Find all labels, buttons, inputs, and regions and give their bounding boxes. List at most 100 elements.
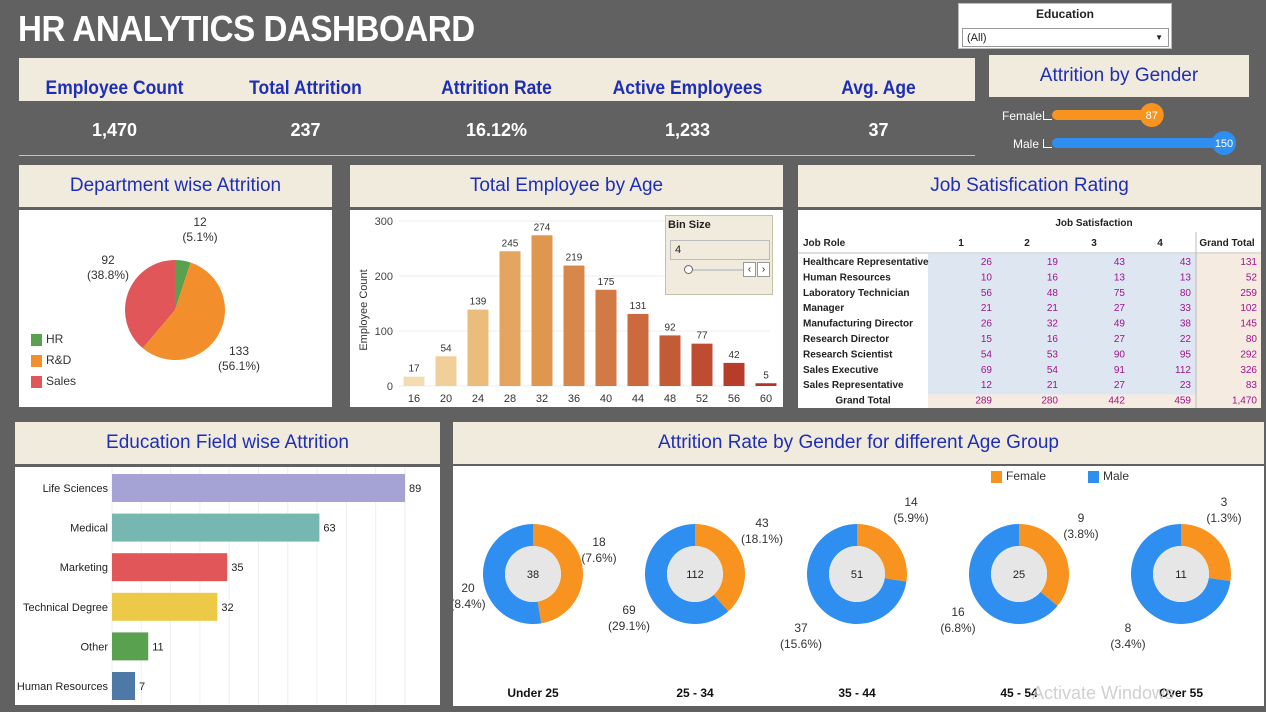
bar-data-label: 219 xyxy=(566,253,583,264)
donut-female-value: 9 xyxy=(1078,511,1085,525)
table-cell: 75 xyxy=(1114,288,1126,299)
table-cell: 23 xyxy=(1180,380,1192,391)
table-header-level: 4 xyxy=(1157,238,1163,249)
table-cell: 10 xyxy=(981,272,993,283)
slider-knob[interactable] xyxy=(684,265,693,274)
table-cell: 442 xyxy=(1108,396,1125,407)
category-label: Life Sciences xyxy=(43,483,109,495)
table-cell: 12 xyxy=(981,380,993,391)
donut-female-percent: (1.3%) xyxy=(1206,511,1241,525)
agegroup-panel-title: Attrition Rate by Gender for different A… xyxy=(453,422,1264,464)
donut-total-label: 25 xyxy=(1013,569,1025,581)
bar-chart-icon xyxy=(1043,111,1052,120)
legend-item-male: Male xyxy=(1088,469,1129,483)
legend-item-rd: R&D xyxy=(31,353,71,367)
legend-swatch xyxy=(31,375,42,388)
table-grand-total-label: Grand Total xyxy=(835,396,891,407)
table-cell: 19 xyxy=(1047,257,1059,268)
table-cell: 95 xyxy=(1180,349,1192,360)
age-bar-36 xyxy=(563,265,585,386)
y-tick-label: 0 xyxy=(387,381,393,393)
age-bar-20 xyxy=(435,356,457,386)
legend-label: Female xyxy=(1006,469,1047,483)
education-select[interactable]: (All) ▼ xyxy=(962,28,1169,47)
category-label: Other xyxy=(80,641,108,653)
kpi-value: 16.12% xyxy=(465,120,528,140)
table-row-label: Healthcare Representative xyxy=(803,257,929,268)
edu-bar-marketing xyxy=(112,553,228,582)
table-row-label: Manager xyxy=(803,303,844,314)
table-super-header: Job Satisfaction xyxy=(1055,218,1132,229)
donut-female-percent: (5.9%) xyxy=(893,511,928,525)
table-cell: 27 xyxy=(1114,334,1126,345)
kpi-label: Avg. Age xyxy=(841,78,916,99)
age-bar-52 xyxy=(691,343,713,386)
chevron-left-icon[interactable]: ‹ xyxy=(743,262,756,277)
legend-swatch xyxy=(31,333,42,346)
table-row-label: Research Scientist xyxy=(803,349,893,360)
donut-female-value: 14 xyxy=(904,495,918,509)
y-axis-label: Employee Count xyxy=(358,269,370,350)
table-cell: 27 xyxy=(1114,303,1126,314)
table-cell: 27 xyxy=(1114,380,1126,391)
pie-label-sales-value: 92 xyxy=(101,253,115,267)
gender-female-label: Female xyxy=(1002,109,1043,123)
edu-bar-human-resources xyxy=(112,672,136,700)
bar-data-label: 7 xyxy=(139,681,145,693)
table-cell: 112 xyxy=(1175,365,1191,376)
age-bar-16 xyxy=(403,376,425,386)
donut-male-percent: (3.4%) xyxy=(1110,637,1145,651)
kpi-value: 1,233 xyxy=(664,120,711,140)
table-cell: 16 xyxy=(1047,272,1059,283)
bin-size-input[interactable]: 4 xyxy=(670,240,770,260)
bar-data-label: 63 xyxy=(323,523,335,535)
donut-male-value: 37 xyxy=(794,621,808,635)
x-tick-label: 56 xyxy=(728,393,740,405)
table-cell: 69 xyxy=(981,365,993,376)
education-filter[interactable]: Education (All) ▼ xyxy=(958,3,1172,49)
age-bar-60 xyxy=(755,383,777,386)
donut-male-value: 16 xyxy=(951,605,965,619)
chevron-right-icon[interactable]: › xyxy=(757,262,770,277)
legend-item-female: Female xyxy=(991,469,1046,483)
table-cell: 53 xyxy=(1047,349,1059,360)
kpi-value: 37 xyxy=(868,120,889,140)
gender-bar-female xyxy=(1052,110,1152,120)
chevron-down-icon[interactable]: ▼ xyxy=(1155,33,1163,42)
gender-bar-value: 87 xyxy=(1146,110,1158,122)
bar-data-label: 11 xyxy=(152,641,163,653)
table-row-label: Human Resources xyxy=(803,272,891,283)
age-panel-title: Total Employee by Age xyxy=(350,165,783,207)
donut-total-label: 112 xyxy=(686,569,704,581)
table-row-label: Sales Executive xyxy=(803,365,879,376)
bar-data-label: 245 xyxy=(502,238,519,249)
table-row-label: Manufacturing Director xyxy=(803,319,913,330)
kpi-value: 237 xyxy=(290,120,321,140)
job-panel-title: Job Satisfication Rating xyxy=(798,165,1261,207)
bar-data-label: 35 xyxy=(231,562,243,574)
table-cell: 80 xyxy=(1246,334,1258,345)
table-cell: 90 xyxy=(1114,349,1126,360)
table-row-label: Research Director xyxy=(803,334,889,345)
table-row-label: Laboratory Technician xyxy=(803,288,910,299)
gender-bar-value: 150 xyxy=(1215,138,1233,150)
x-tick-label: 32 xyxy=(536,393,548,405)
table-cell: 52 xyxy=(1246,272,1258,283)
table-cell: 26 xyxy=(981,319,993,330)
bin-size-control[interactable]: Bin Size 4 ‹ › xyxy=(665,215,773,295)
donut-male-percent: (29.1%) xyxy=(608,619,650,633)
table-cell: 459 xyxy=(1174,396,1191,407)
donut-male-value: 69 xyxy=(622,603,636,617)
age-bar-24 xyxy=(467,309,489,386)
agegroup-donut-charts: 3818(7.6%)20(8.4%)Under 2511243(18.1%)69… xyxy=(450,495,1241,700)
x-tick-label: 48 xyxy=(664,393,676,405)
donut-female-percent: (7.6%) xyxy=(581,551,616,565)
bar-data-label: 274 xyxy=(534,222,551,233)
kpi-strip: Employee Count 1,470 Total Attrition 237… xyxy=(19,58,975,156)
donut-female-value: 3 xyxy=(1221,495,1228,509)
bar-data-label: 32 xyxy=(221,602,233,614)
x-tick-label: 52 xyxy=(696,393,708,405)
category-label: Marketing xyxy=(60,562,108,574)
donut-total-label: 38 xyxy=(527,569,539,581)
bar-data-label: 17 xyxy=(408,364,420,375)
